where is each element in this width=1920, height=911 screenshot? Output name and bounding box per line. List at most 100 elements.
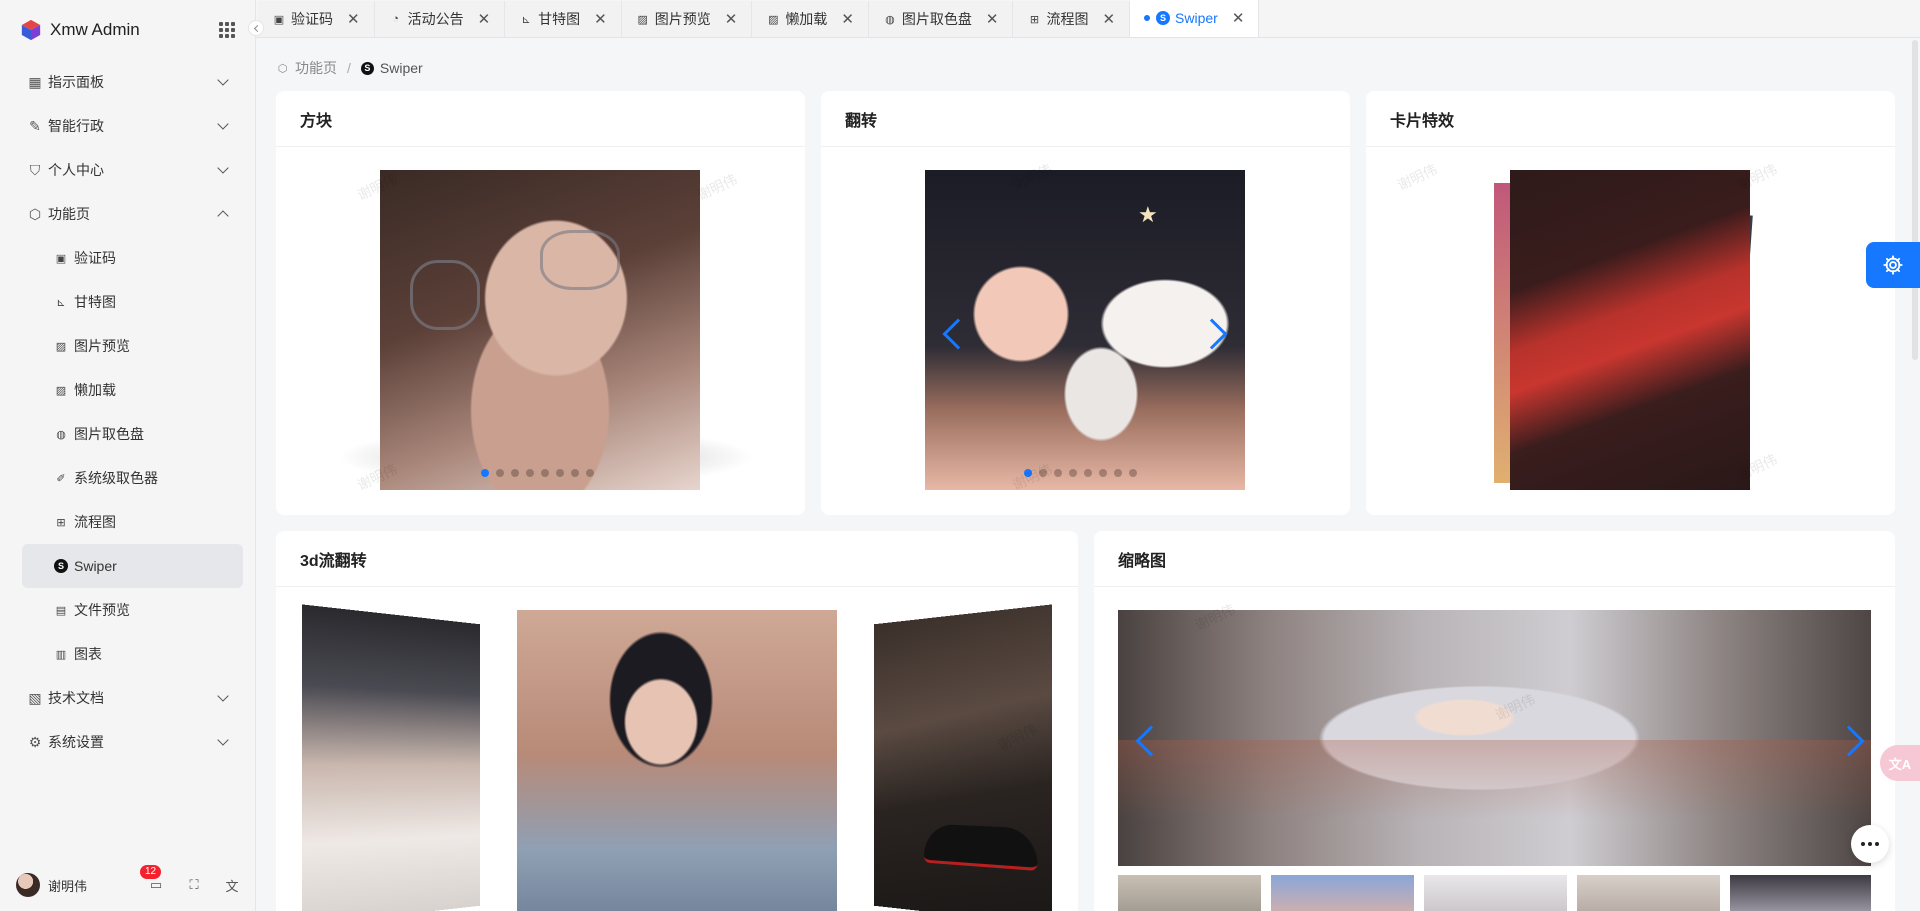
sidebar-item-lazy-load[interactable]: ▨ 懒加载 (22, 368, 243, 412)
card-body: ★ 谢明伟 谢明伟 (821, 147, 1350, 515)
pagination-dot[interactable] (1129, 469, 1137, 477)
sidebar-item-flowchart[interactable]: ⊞ 流程图 (22, 500, 243, 544)
chevron-down-icon (217, 162, 229, 174)
tab-announcement[interactable]: ◔ 活动公告 ✕ (374, 1, 506, 37)
translate-button[interactable]: 文A (1880, 745, 1920, 781)
sidebar-item-file-preview[interactable]: ▤ 文件预览 (22, 588, 243, 632)
close-icon[interactable]: ✕ (725, 10, 738, 28)
pagination-dot[interactable] (1024, 469, 1032, 477)
tab-gantt[interactable]: ⊾ 甘特图 ✕ (505, 1, 622, 37)
tab-swiper[interactable]: S Swiper ✕ (1130, 0, 1260, 37)
pagination-dot[interactable] (526, 469, 534, 477)
chevron-down-icon (217, 734, 229, 746)
chevron-down-icon (217, 690, 229, 702)
sidebar-item-label: 功能页 (48, 206, 90, 222)
sidebar-item-settings[interactable]: ⚙ 系统设置 (0, 720, 255, 764)
sidebar-item-personal[interactable]: ⛉ 个人中心 (0, 148, 255, 192)
tab-flowchart[interactable]: ⊞ 流程图 ✕ (1013, 1, 1131, 37)
pagination-dot[interactable] (496, 469, 504, 477)
tab-label: Swiper (1175, 10, 1218, 26)
sidebar-item-swiper[interactable]: S Swiper (22, 544, 243, 588)
sidebar-item-color-palette[interactable]: ◍ 图片取色盘 (22, 412, 243, 456)
sidebar-collapse-button[interactable] (248, 20, 264, 36)
breadcrumb-parent[interactable]: 功能页 (295, 58, 337, 78)
pagination-dot[interactable] (1039, 469, 1047, 477)
logo[interactable]: Xmw Admin (0, 0, 255, 60)
pagination-dot[interactable] (1054, 469, 1062, 477)
tab-label: 图片预览 (654, 11, 711, 27)
fullscreen-icon[interactable]: ⛶ (186, 877, 202, 893)
card-coverflow: 3d流翻转 谢明伟 (276, 531, 1078, 911)
sidebar-item-label: 智能行政 (48, 118, 104, 134)
pagination-dot[interactable] (586, 469, 594, 477)
thumbnail[interactable] (1271, 875, 1414, 911)
language-icon[interactable]: 文 (224, 877, 240, 894)
thumbs-main-image[interactable] (1118, 610, 1871, 866)
sidebar-item-charts[interactable]: ▥ 图表 (22, 632, 243, 676)
tab-color-palette[interactable]: ◍ 图片取色盘 ✕ (868, 1, 1014, 37)
username[interactable]: 谢明伟 (48, 876, 87, 895)
sidebar-item-admin[interactable]: ✎ 智能行政 (0, 104, 255, 148)
swiper-icon: S (54, 559, 68, 573)
pagination-dot[interactable] (1069, 469, 1077, 477)
breadcrumb-separator: / (347, 60, 351, 76)
tab-lazy-load[interactable]: ▨ 懒加载 ✕ (752, 1, 869, 37)
glasses-lens (540, 230, 620, 290)
close-icon[interactable]: ✕ (986, 10, 999, 28)
cards-slide-image[interactable] (1510, 170, 1750, 490)
sidebar-item-dashboard[interactable]: ▦ 指示面板 (0, 60, 255, 104)
close-icon[interactable]: ✕ (347, 10, 360, 28)
thumbnail[interactable] (1577, 875, 1720, 911)
pagination-dot[interactable] (1114, 469, 1122, 477)
coverflow-slide-left[interactable] (302, 604, 481, 911)
coverflow-slide-center[interactable] (517, 610, 837, 911)
flip-slide-image[interactable]: ★ (925, 170, 1245, 490)
sidebar-item-color-picker[interactable]: ✐ 系统级取色器 (22, 456, 243, 500)
sidebar-item-label: 系统级取色器 (74, 470, 158, 486)
pagination-dot[interactable] (571, 469, 579, 477)
tab-image-preview[interactable]: ▨ 图片预览 ✕ (621, 1, 753, 37)
thumbnail[interactable] (1730, 875, 1871, 911)
thumbnail[interactable] (1424, 875, 1567, 911)
sidebar-item-image-preview[interactable]: ▨ 图片预览 (22, 324, 243, 368)
star-icon: ★ (1138, 202, 1158, 227)
pagination-dot[interactable] (556, 469, 564, 477)
sidebar-item-captcha[interactable]: ▣ 验证码 (22, 236, 243, 280)
sidebar-item-gantt[interactable]: ⊾ 甘特图 (22, 280, 243, 324)
pagination-dot[interactable] (1099, 469, 1107, 477)
close-icon[interactable]: ✕ (478, 10, 491, 28)
image-lazy-icon: ▨ (768, 13, 779, 26)
translate-icon: 文A (1888, 756, 1912, 772)
close-icon[interactable]: ✕ (841, 10, 854, 28)
coverflow-slide-right[interactable] (873, 604, 1052, 911)
sidebar-item-label: 图表 (74, 646, 102, 662)
cube-pagination[interactable] (481, 469, 594, 477)
more-button[interactable] (1851, 825, 1889, 863)
image-lazy-icon: ▨ (55, 384, 67, 397)
close-icon[interactable]: ✕ (594, 10, 607, 28)
page-scrollbar[interactable] (1912, 40, 1918, 360)
sidebar-item-docs[interactable]: ▧ 技术文档 (0, 676, 255, 720)
pagination-dot[interactable] (481, 469, 489, 477)
pagination-dot[interactable] (1084, 469, 1092, 477)
tab-label: 验证码 (291, 11, 333, 27)
sidebar-item-features[interactable]: ⬡ 功能页 (0, 192, 255, 236)
bell-icon[interactable]: ▭ 12 (140, 865, 164, 893)
pagination-dot[interactable] (541, 469, 549, 477)
more-dot (1868, 842, 1872, 846)
close-icon[interactable]: ✕ (1232, 9, 1245, 27)
bell-icon: ◔ (392, 13, 399, 25)
sidebar-item-label: 指示面板 (48, 74, 104, 90)
flip-pagination[interactable] (1024, 469, 1137, 477)
apps-grid-icon[interactable] (219, 22, 235, 38)
thumbnail[interactable] (1118, 875, 1261, 911)
cube-slide-image[interactable] (380, 170, 700, 490)
settings-drawer-button[interactable] (1866, 242, 1920, 288)
cube-icon: ⬡ (28, 205, 42, 222)
image-icon: ▨ (637, 13, 648, 26)
tab-label: 流程图 (1046, 11, 1089, 27)
pagination-dot[interactable] (511, 469, 519, 477)
avatar[interactable] (16, 873, 40, 897)
close-icon[interactable]: ✕ (1102, 10, 1115, 28)
tab-captcha[interactable]: ▣ 验证码 ✕ (258, 1, 375, 37)
